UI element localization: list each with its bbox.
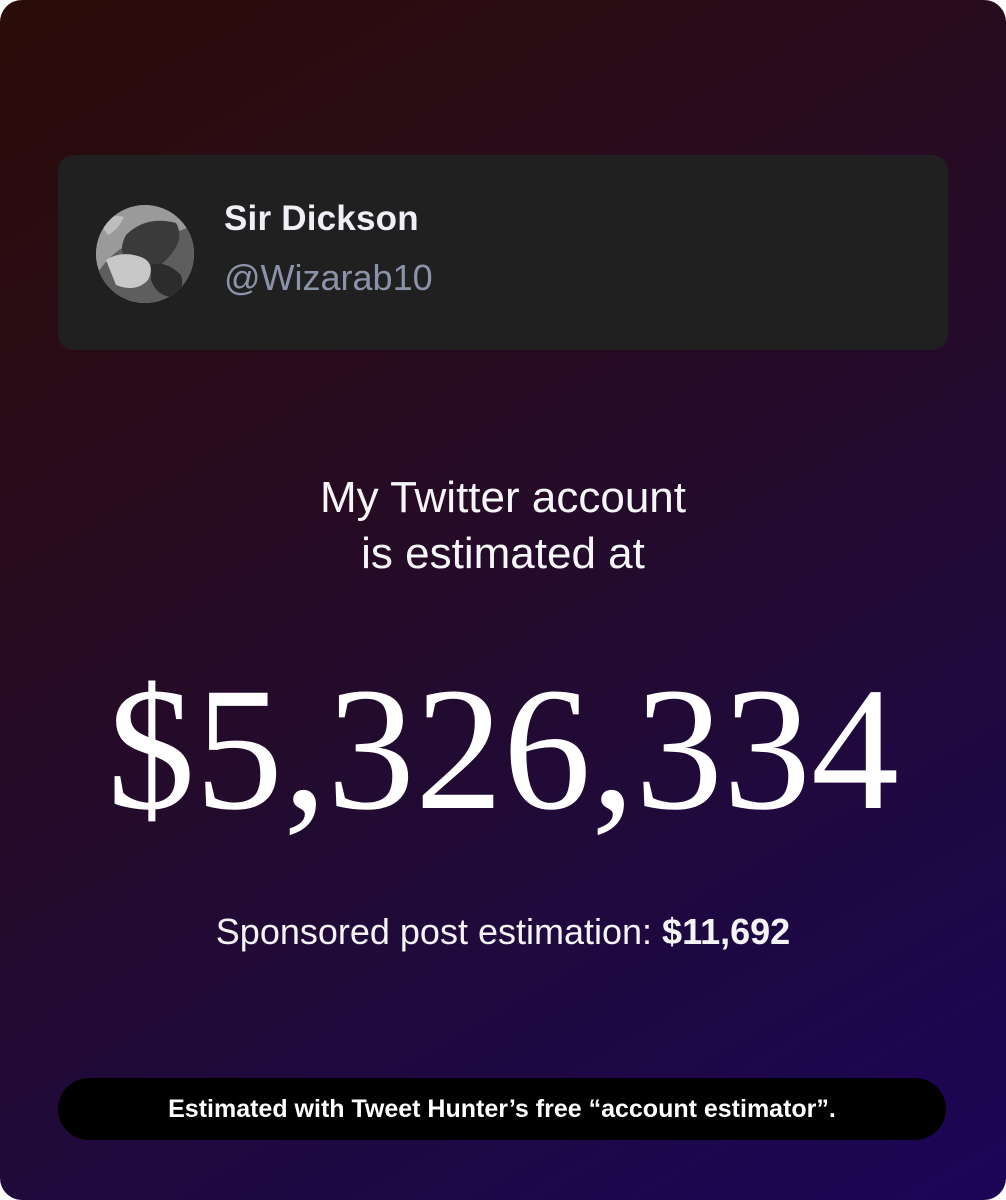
display-name: Sir Dickson [224, 199, 419, 238]
user-handle: @Wizarab10 [224, 257, 433, 298]
estimated-amount: $5,326,334 [107, 652, 899, 847]
sponsored-label: Sponsored post estimation: [215, 911, 663, 952]
avatar-image [96, 205, 194, 303]
profile-card: Sir Dickson @Wizarab10 [58, 155, 948, 350]
estimate-card: Sir Dickson @Wizarab10 My Twitter accoun… [0, 0, 1006, 1200]
headline-line-2: is estimated at [361, 529, 645, 578]
footer-attribution: Estimated with Tweet Hunter’s free “acco… [58, 1078, 946, 1140]
headline-line-1: My Twitter account [320, 473, 686, 522]
sponsored-estimation: Sponsored post estimation: $11,692 [0, 908, 1006, 956]
headline: My Twitter account is estimated at [0, 470, 1006, 582]
sponsored-value: $11,692 [662, 911, 791, 952]
avatar [96, 205, 194, 303]
